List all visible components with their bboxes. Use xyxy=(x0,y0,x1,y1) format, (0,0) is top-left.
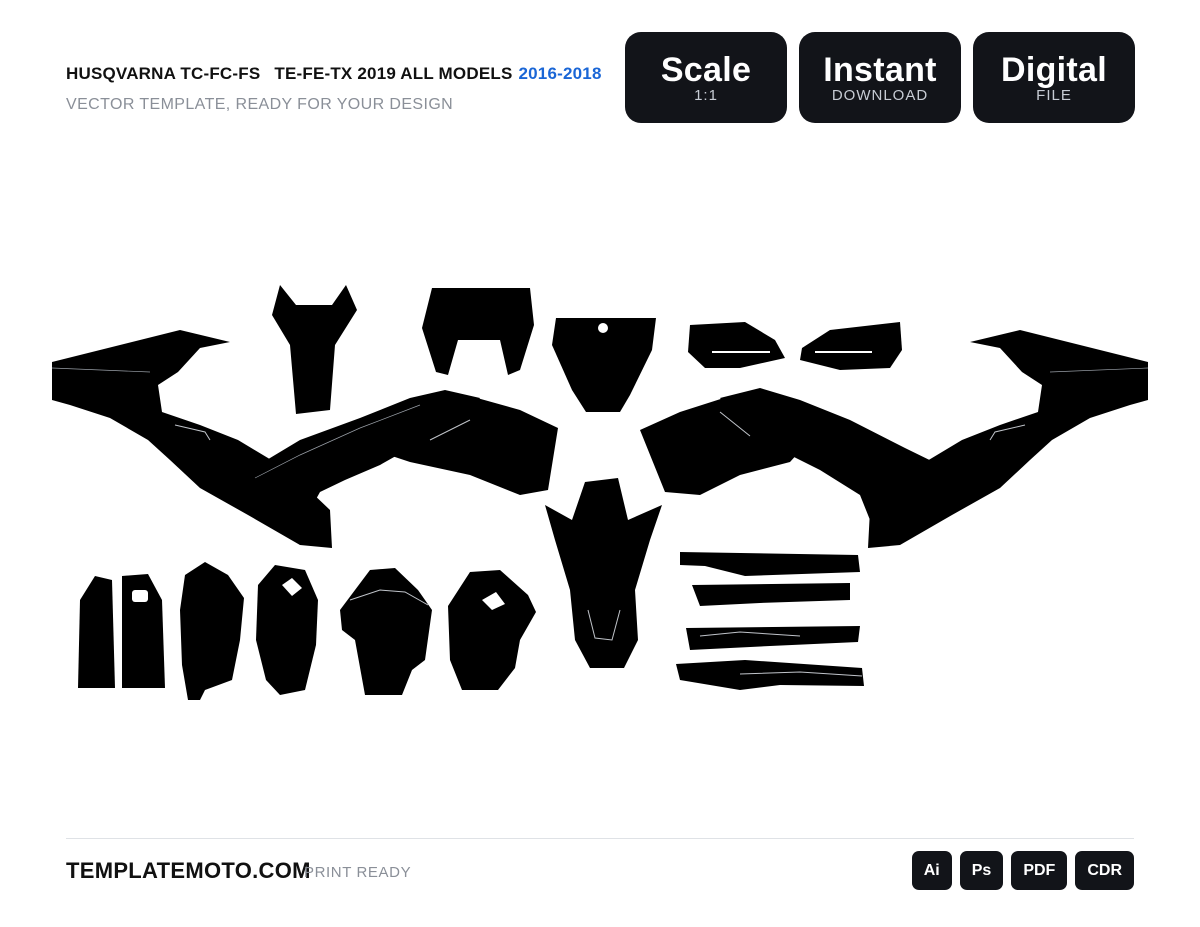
left-handguard-shape xyxy=(688,322,785,368)
format-ps-badge: Ps xyxy=(959,851,1004,890)
strip-3-shape xyxy=(686,626,860,650)
strip-1-shape xyxy=(680,552,860,576)
strip-2-shape xyxy=(692,583,850,606)
fork-guard-left-shape xyxy=(78,576,115,688)
frame-guard-left-shape xyxy=(180,562,244,700)
format-cdr-badge: CDR xyxy=(1075,851,1134,890)
footer-divider xyxy=(66,838,1134,839)
print-ready-label: PRINT READY xyxy=(304,864,412,881)
headlight-mask-shape xyxy=(422,288,534,375)
decal-template-artwork xyxy=(51,285,1149,700)
format-ai-badge: Ai xyxy=(911,851,952,890)
format-pdf-badge: PDF xyxy=(1011,851,1068,890)
right-shroud-shape xyxy=(868,330,1148,548)
side-plate-right-shape xyxy=(448,570,536,690)
rear-fender-shape xyxy=(272,285,357,414)
side-plate-left-shape xyxy=(340,568,432,695)
strip-4-shape xyxy=(676,660,864,690)
file-format-list: Ai Ps PDF CDR xyxy=(911,851,1134,890)
right-handguard-shape xyxy=(800,322,902,370)
site-name: TEMPLATEMOTO.COM xyxy=(66,858,311,883)
